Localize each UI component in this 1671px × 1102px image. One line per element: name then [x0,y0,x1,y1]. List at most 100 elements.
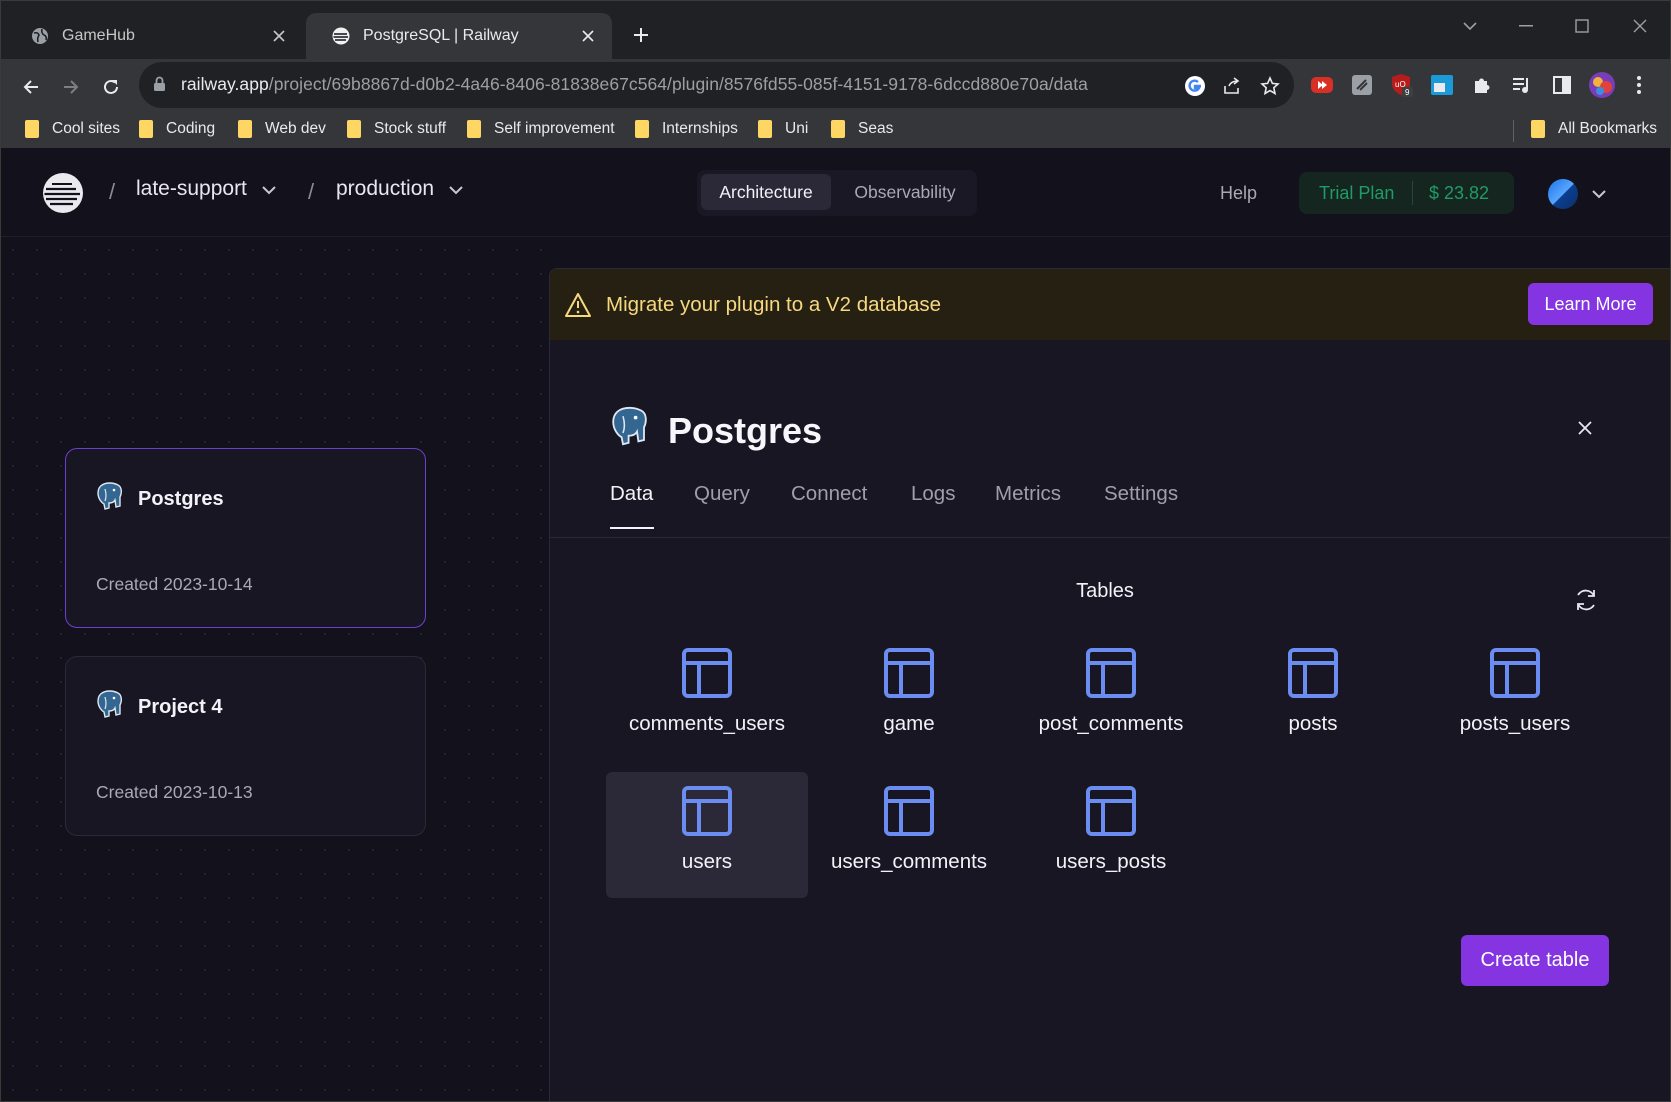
active-tab-underline [610,527,654,529]
tables-heading: Tables [1076,580,1134,602]
breadcrumb-separator: / [308,179,315,204]
table-item[interactable]: users_comments [808,772,1010,898]
table-item[interactable]: game [808,634,1010,760]
google-icon[interactable] [1182,73,1208,99]
bookmark-folder[interactable]: Cool sites [25,115,120,143]
service-created: Created 2023-10-13 [96,782,253,802]
tab-postgresql-railway[interactable]: PostgreSQL | Railway [306,13,612,59]
tab-connect[interactable]: Connect [791,482,867,506]
tab-metrics[interactable]: Metrics [995,482,1061,506]
youtube-extension-icon[interactable] [1309,72,1335,98]
url-host: railway.app [181,74,269,94]
create-table-button[interactable]: Create table [1461,935,1609,986]
tab-logs[interactable]: Logs [911,482,955,506]
tab-strip: GameHub PostgreSQL | Railway [1,1,1670,63]
help-link[interactable]: Help [1220,183,1257,204]
chevron-down-icon [261,177,277,201]
minimize-button[interactable] [1509,9,1543,43]
plan-badge[interactable]: Trial Plan $ 23.82 [1299,172,1514,214]
reload-button[interactable] [94,70,128,104]
panel-title-text: Postgres [668,409,823,451]
panel-title: Postgres [610,405,822,456]
project-canvas[interactable]: Postgres Created 2023-10-14 Project 4 Cr… [1,238,549,1101]
service-card-postgres[interactable]: Postgres Created 2023-10-14 [65,448,426,628]
user-avatar[interactable] [1548,179,1578,209]
close-window-button[interactable] [1623,9,1657,43]
tabs-divider [550,537,1670,538]
bookmark-label: Web dev [265,120,326,137]
postgres-elephant-icon [610,405,650,456]
tab-data[interactable]: Data [610,482,653,506]
chevron-down-icon [448,177,464,201]
table-icon [884,648,934,698]
railway-logo[interactable] [43,173,83,213]
back-button[interactable] [14,70,48,104]
media-control-icon[interactable] [1509,72,1535,98]
bookmark-folder[interactable]: Internships [635,115,738,143]
close-panel-icon[interactable] [1570,413,1600,443]
learn-more-button[interactable]: Learn More [1528,283,1653,325]
folder-icon [139,120,153,138]
bookmark-folder[interactable]: Seas [831,115,893,143]
bookmark-label: Self improvement [494,120,615,137]
ublock-extension-icon[interactable]: uO 9 [1389,72,1415,98]
tab-architecture[interactable]: Architecture [701,174,831,210]
tab-search-icon[interactable] [1453,9,1487,43]
close-tab-icon[interactable] [269,26,289,46]
browser-menu-icon[interactable] [1626,72,1652,98]
table-icon [884,786,934,836]
service-name: Postgres [138,487,224,510]
close-tab-icon[interactable] [578,26,598,46]
service-name: Project 4 [138,695,223,718]
tab-gamehub[interactable]: GameHub [5,13,303,59]
table-item[interactable]: comments_users [606,634,808,760]
bookmark-label: Cool sites [52,120,121,137]
bookmark-label: Stock stuff [374,120,447,137]
tab-settings[interactable]: Settings [1104,482,1178,506]
all-bookmarks-folder[interactable]: All Bookmarks [1531,115,1657,143]
translate-extension-icon[interactable] [1429,72,1455,98]
address-bar[interactable]: railway.app/project/69b8867d-d0b2-4a46-8… [139,62,1294,108]
table-item[interactable]: posts [1212,634,1414,760]
table-name: posts_users [1459,712,1571,735]
folder-icon [238,120,252,138]
profile-avatar[interactable] [1589,72,1615,98]
bookmark-folder[interactable]: Self improvement [467,115,615,143]
project-name: late-support [136,177,247,200]
bookmark-star-icon[interactable] [1257,73,1283,99]
credit-amount: $ 23.82 [1429,182,1490,203]
service-card-project-4[interactable]: Project 4 Created 2023-10-13 [65,656,426,836]
bookmark-folder[interactable]: Web dev [238,115,326,143]
bookmark-folder[interactable]: Stock stuff [347,115,446,143]
tab-observability[interactable]: Observability [837,174,973,210]
table-item[interactable]: post_comments [1010,634,1212,760]
environment-selector[interactable]: production [336,177,464,201]
service-panel: Migrate your plugin to a V2 database Lea… [549,268,1670,1101]
view-switcher: Architecture Observability [697,170,977,216]
tab-query[interactable]: Query [694,482,750,506]
folder-icon [1531,120,1545,138]
table-item[interactable]: users_posts [1010,772,1212,898]
side-panel-icon[interactable] [1549,72,1575,98]
url-text: railway.app/project/69b8867d-d0b2-4a46-8… [181,74,1088,95]
folder-icon [347,120,361,138]
maximize-button[interactable] [1565,9,1599,43]
table-icon [682,786,732,836]
new-tab-button[interactable] [627,21,655,49]
globe-icon [31,27,49,45]
notes-extension-icon[interactable] [1349,72,1375,98]
extensions-puzzle-icon[interactable] [1469,72,1495,98]
project-selector[interactable]: late-support [136,177,277,201]
postgres-elephant-icon [96,481,124,517]
bookmark-folder[interactable]: Uni [758,115,808,143]
share-icon[interactable] [1219,73,1245,99]
table-item[interactable]: users [606,772,808,898]
refresh-icon[interactable] [1573,587,1599,613]
forward-button[interactable] [54,70,88,104]
railway-icon [332,27,350,45]
bookmarks-divider [1513,120,1514,142]
chevron-down-icon[interactable] [1591,186,1607,204]
table-item[interactable]: posts_users [1414,634,1616,760]
bookmark-label: Uni [785,120,809,137]
bookmark-folder[interactable]: Coding [139,115,215,143]
